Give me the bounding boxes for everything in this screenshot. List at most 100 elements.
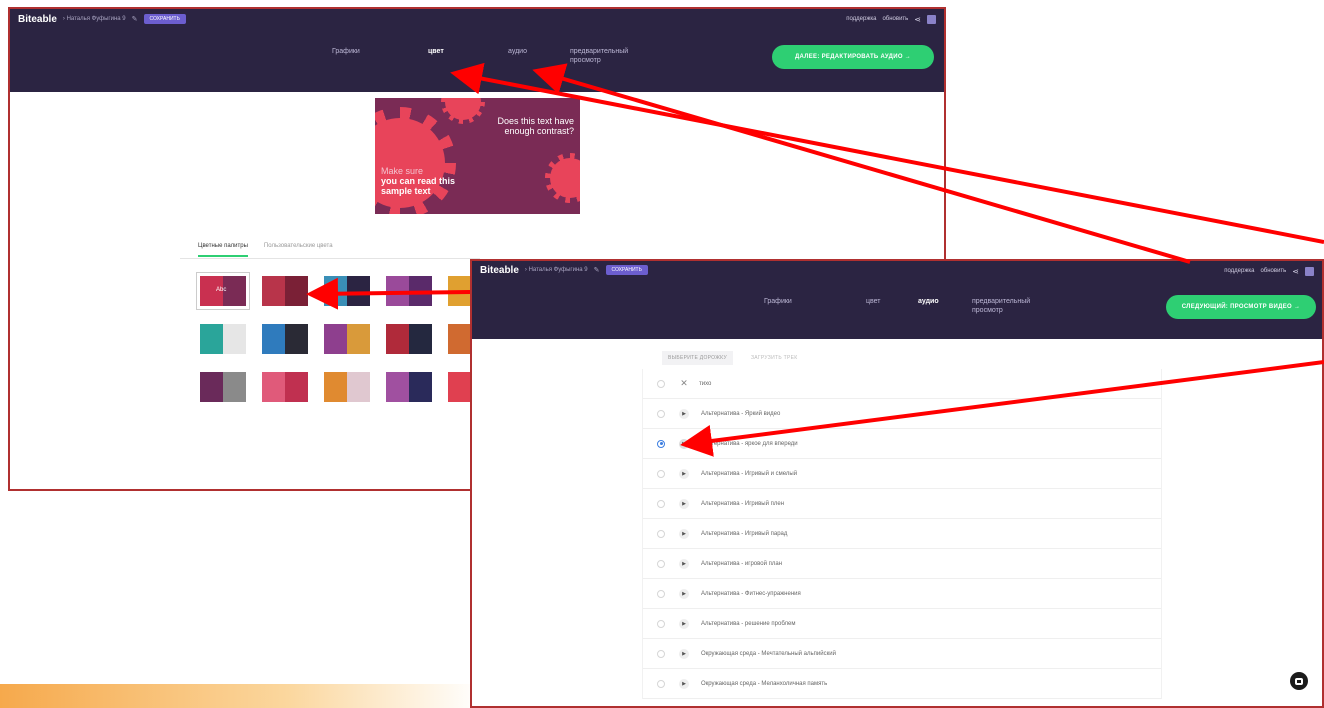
save-button[interactable]: СОХРАНИТЬ: [143, 14, 186, 24]
topbar-right: поддержка обновить ⋖: [846, 9, 936, 29]
track-row[interactable]: ▶ Альтернатива - Яркий видео: [643, 399, 1161, 429]
upgrade-link[interactable]: обновить: [882, 16, 908, 22]
save-button[interactable]: СОХРАНИТЬ: [605, 265, 648, 275]
track-row[interactable]: ▶ Альтернатива - решение проблем: [643, 609, 1161, 639]
logo[interactable]: Biteable: [480, 265, 519, 276]
project-name: Наталья Фуфыгина 9: [528, 267, 588, 273]
tab-color-palettes[interactable]: Цветные палитры: [198, 243, 248, 257]
track-radio[interactable]: [657, 439, 665, 448]
palette-swatch[interactable]: [200, 372, 246, 402]
step-preview[interactable]: предварительный просмотр: [570, 47, 660, 65]
palette-color: [262, 324, 285, 354]
logo[interactable]: Biteable: [18, 14, 57, 25]
palette-swatch[interactable]: [262, 324, 308, 354]
palette-swatch[interactable]: [324, 276, 370, 306]
step-preview[interactable]: предварительный просмотр: [972, 297, 1062, 315]
track-radio[interactable]: [657, 649, 665, 658]
track-row[interactable]: ▶ Альтернатива - Фитнес-упражнения: [643, 579, 1161, 609]
support-link[interactable]: поддержка: [846, 16, 876, 22]
play-icon[interactable]: ▶: [679, 588, 689, 599]
palette-color: [409, 324, 432, 354]
tab-choose-track[interactable]: ВЫБЕРИТЕ ДОРОЖКУ: [662, 351, 733, 365]
palette-swatch[interactable]: [386, 324, 432, 354]
track-radio[interactable]: [657, 529, 665, 538]
chat-icon[interactable]: [1290, 672, 1308, 690]
support-link[interactable]: поддержка: [1224, 268, 1254, 274]
track-name: Альтернатива - Игривый и смелый: [701, 470, 798, 477]
palette-swatch[interactable]: [324, 372, 370, 402]
user-icon[interactable]: [1305, 266, 1314, 276]
track-row[interactable]: ▶ Альтернатива - Игривый и смелый: [643, 459, 1161, 489]
sample-text-line1: Make sure: [381, 166, 424, 176]
track-name: Альтернатива - Яркий видео: [701, 410, 781, 417]
step-color[interactable]: цвет: [866, 297, 881, 306]
track-row[interactable]: ▶ Окружающая среда - Меланхоличная память: [643, 669, 1161, 699]
play-icon[interactable]: ▶: [679, 528, 689, 539]
palette-swatch[interactable]: Abc: [196, 272, 250, 310]
orange-footer-bar: [0, 684, 480, 708]
palette-color: [448, 276, 471, 306]
track-name: Окружающая среда - Меланхоличная память: [701, 680, 828, 687]
app-topbar: Biteable › Наталья Фуфыгина 9 ✎ СОХРАНИТ…: [10, 9, 944, 29]
contrast-question: Does this text have enough contrast?: [497, 116, 574, 136]
track-radio[interactable]: [657, 589, 665, 598]
user-icon[interactable]: [927, 14, 936, 24]
edit-pencil-icon[interactable]: ✎: [594, 266, 600, 274]
tabs-divider: [180, 258, 480, 259]
step-audio[interactable]: аудио: [918, 297, 939, 306]
track-radio[interactable]: [657, 619, 665, 628]
tab-custom-colors[interactable]: Пользовательские цвета: [264, 243, 333, 257]
palette-color: [409, 276, 432, 306]
palette-color: [262, 276, 285, 306]
project-name: Наталья Фуфыгина 9: [66, 16, 126, 22]
step-color[interactable]: цвет: [428, 47, 444, 56]
track-row[interactable]: ▶ Альтернатива - Игривый парад: [643, 519, 1161, 549]
play-icon[interactable]: ▶: [679, 648, 689, 659]
play-icon[interactable]: ▶: [679, 468, 689, 479]
topbar-right: поддержка обновить ⋖: [1224, 261, 1314, 281]
edit-pencil-icon[interactable]: ✎: [132, 15, 138, 23]
play-icon[interactable]: ▶: [679, 498, 689, 509]
tab-upload-track[interactable]: ЗАГРУЗИТЬ ТРЕК: [745, 351, 804, 365]
palette-swatch[interactable]: [262, 372, 308, 402]
track-radio[interactable]: [657, 679, 665, 688]
step-audio[interactable]: аудио: [508, 47, 527, 56]
upgrade-link[interactable]: обновить: [1260, 268, 1286, 274]
track-radio[interactable]: [657, 469, 665, 478]
palette-swatch[interactable]: [386, 276, 432, 306]
track-row[interactable]: ▶ Альтернатива - Игривый плен: [643, 489, 1161, 519]
step-graphics[interactable]: Графики: [332, 47, 360, 56]
track-name: Альтернатива - яркое для впереди: [701, 440, 798, 447]
palette-swatch[interactable]: [324, 324, 370, 354]
palette-swatch[interactable]: [262, 276, 308, 306]
palette-color: [324, 372, 347, 402]
play-icon[interactable]: ▶: [679, 408, 689, 419]
track-name: Альтернатива - Игривый парад: [701, 530, 788, 537]
share-icon[interactable]: ⋖: [914, 15, 921, 24]
track-radio[interactable]: [657, 379, 665, 388]
play-icon[interactable]: ▶: [679, 558, 689, 569]
track-row[interactable]: ▶ Альтернатива - яркое для впереди: [643, 429, 1161, 459]
track-row[interactable]: ▶ Альтернатива - игровой план: [643, 549, 1161, 579]
palette-color: [200, 324, 223, 354]
next-preview-video-button[interactable]: СЛЕДУЮЩИЙ: ПРОСМОТР ВИДЕО →: [1166, 295, 1316, 319]
next-edit-audio-button[interactable]: ДАЛЕЕ: РЕДАКТИРОВАТЬ АУДИО →: [772, 45, 934, 69]
track-row[interactable]: ✕ тихо: [643, 369, 1161, 399]
palette-swatch[interactable]: [386, 372, 432, 402]
track-radio[interactable]: [657, 409, 665, 418]
track-name: Альтернатива - Игривый плен: [701, 500, 785, 507]
play-icon[interactable]: ▶: [679, 618, 689, 629]
palette-swatch[interactable]: [200, 324, 246, 354]
breadcrumb: › Наталья Фуфыгина 9: [62, 16, 126, 22]
step-graphics[interactable]: Графики: [764, 297, 792, 306]
breadcrumb: › Наталья Фуфыгина 9: [524, 267, 588, 273]
play-icon[interactable]: ▶: [679, 678, 689, 689]
color-preview-card: Does this text have enough contrast? Mak…: [375, 98, 580, 214]
track-radio[interactable]: [657, 499, 665, 508]
palette-color: [223, 324, 246, 354]
palette-color: [285, 276, 308, 306]
track-radio[interactable]: [657, 559, 665, 568]
play-icon[interactable]: ▶: [679, 438, 689, 449]
track-row[interactable]: ▶ Окружающая среда - Мечтательный альпийс…: [643, 639, 1161, 669]
share-icon[interactable]: ⋖: [1292, 267, 1299, 276]
